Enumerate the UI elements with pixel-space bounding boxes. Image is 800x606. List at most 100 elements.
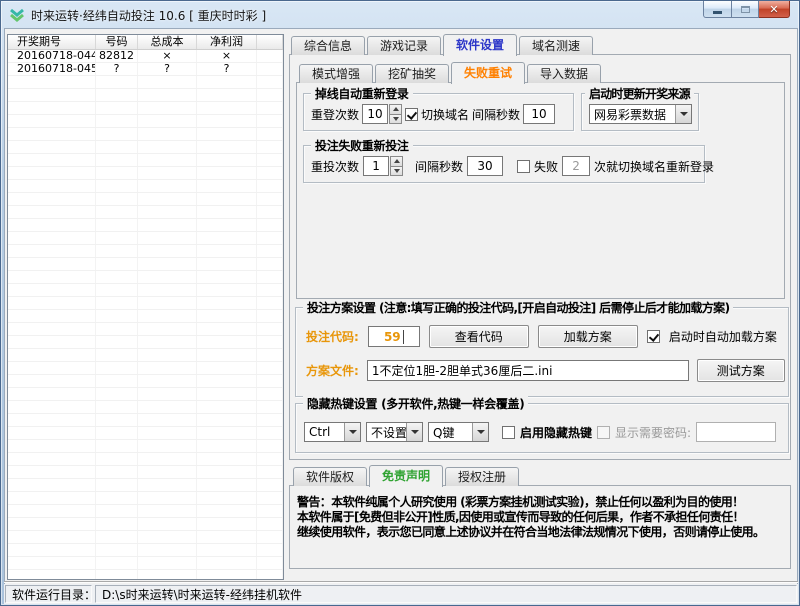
table-cell [8, 180, 96, 192]
table-cell-filler [257, 297, 283, 309]
spin-down-button[interactable] [389, 115, 402, 125]
tab-software-settings[interactable]: 软件设置 [443, 34, 517, 56]
tab-import-data[interactable]: 导入数据 [527, 64, 601, 83]
table-cell-filler [257, 492, 283, 504]
dropdown-button[interactable] [675, 105, 691, 123]
betting-plan-group: 投注方案设置 (注意:填写正确的投注代码,[开启自动投注] 后需停止后才能加载方… [295, 307, 789, 397]
table-cell [8, 323, 96, 335]
relogin-count-input[interactable]: 10 [362, 104, 388, 124]
table-cell [96, 336, 138, 348]
table-cell [8, 466, 96, 478]
table-cell [138, 544, 197, 556]
table-cell [138, 492, 197, 504]
rebet-count-stepper: 1 [363, 156, 403, 176]
view-code-button[interactable]: 查看代码 [429, 325, 529, 348]
spin-up-button[interactable] [389, 104, 402, 115]
dropdown-button[interactable] [472, 423, 488, 441]
tab-game-records[interactable]: 游戏记录 [367, 36, 441, 55]
table-cell [8, 310, 96, 322]
table-cell: 82812 [96, 50, 138, 62]
table-empty-row [8, 557, 283, 570]
table-cell [8, 453, 96, 465]
title-bar[interactable]: 时来运转·经纬自动投注 10.6 [ 重庆时时彩 ] ✕ [1, 1, 799, 28]
table-cell-filler [257, 63, 283, 75]
load-plan-button[interactable]: 加载方案 [538, 325, 638, 348]
column-header[interactable]: 号码 [96, 35, 138, 49]
hotkey-group: 隐藏热键设置 (多开软件,热键一样会覆盖) Ctrl 不设置 Q键 启用隐藏热键… [295, 403, 789, 453]
table-cell-filler [257, 388, 283, 400]
table-cell [96, 570, 138, 580]
table-cell-filler [257, 154, 283, 166]
enable-hotkey-checkbox[interactable] [502, 426, 515, 439]
table-cell [8, 375, 96, 387]
table-cell [197, 336, 257, 348]
table-cell: ? [138, 63, 197, 75]
table-cell [96, 193, 138, 205]
relogin-interval-input[interactable]: 10 [523, 104, 555, 124]
fail-switch-checkbox[interactable] [517, 160, 530, 173]
results-table[interactable]: 开奖期号号码总成本净利润 20160718-04482812××20160718… [7, 34, 284, 580]
chevron-down-icon [477, 430, 485, 434]
table-empty-row [8, 180, 283, 193]
maximize-button[interactable] [732, 1, 759, 18]
table-cell [138, 531, 197, 543]
table-cell [96, 76, 138, 88]
tab-domain-speedtest[interactable]: 域名测速 [519, 36, 593, 55]
test-plan-button[interactable]: 测试方案 [697, 359, 785, 382]
table-cell [96, 414, 138, 426]
rebet-interval-input[interactable]: 30 [467, 156, 503, 176]
table-cell [96, 427, 138, 439]
table-cell [197, 232, 257, 244]
table-cell [138, 336, 197, 348]
hotkey-modifier2-select[interactable]: 不设置 [366, 422, 423, 442]
rebet-count-input[interactable]: 1 [363, 156, 389, 176]
table-cell [96, 557, 138, 569]
spin-up-button[interactable] [390, 156, 403, 167]
table-row[interactable]: 20160718-045??? [8, 63, 283, 76]
column-header[interactable]: 净利润 [197, 35, 257, 49]
spin-down-button[interactable] [390, 167, 403, 177]
table-empty-row [8, 427, 283, 440]
column-header[interactable]: 开奖期号 [8, 35, 96, 49]
chevron-down-icon [680, 112, 688, 116]
tab-software-copyright[interactable]: 软件版权 [293, 467, 367, 486]
column-header[interactable]: 总成本 [138, 35, 197, 49]
table-cell [8, 518, 96, 530]
table-cell [8, 505, 96, 517]
table-cell [8, 427, 96, 439]
table-cell [197, 414, 257, 426]
hotkey-modifier1-select[interactable]: Ctrl [304, 422, 361, 442]
table-cell [138, 375, 197, 387]
table-cell [96, 466, 138, 478]
dropdown-button[interactable] [406, 423, 422, 441]
close-button[interactable]: ✕ [759, 1, 790, 18]
table-cell [8, 89, 96, 101]
tab-mode-enhance[interactable]: 模式增强 [299, 64, 373, 83]
fail-count-input[interactable]: 2 [562, 156, 590, 176]
table-cell [138, 401, 197, 413]
plan-file-input[interactable]: 1不定位1胆-2胆单式36厘后二.ini [367, 360, 689, 381]
bet-code-input[interactable]: 59 [368, 326, 420, 347]
draw-source-select[interactable]: 网易彩票数据 [589, 104, 692, 124]
tab-summary-info[interactable]: 综合信息 [291, 36, 365, 55]
tab-fail-retry[interactable]: 失败重试 [451, 62, 525, 84]
table-cell [138, 323, 197, 335]
fail-suffix-label: 次就切换域名重新登录 [594, 158, 714, 175]
table-empty-row [8, 258, 283, 271]
hotkey-key-select[interactable]: Q键 [428, 422, 489, 442]
table-row[interactable]: 20160718-04482812×× [8, 50, 283, 63]
table-empty-row [8, 89, 283, 102]
table-cell [96, 167, 138, 179]
table-cell [197, 453, 257, 465]
tab-license-register[interactable]: 授权注册 [445, 467, 519, 486]
table-cell [138, 128, 197, 140]
minimize-button[interactable] [703, 1, 732, 18]
table-cell [138, 219, 197, 231]
tab-mining-draw[interactable]: 挖矿抽奖 [375, 64, 449, 83]
tab-disclaimer[interactable]: 免责声明 [369, 465, 443, 487]
table-cell [197, 154, 257, 166]
run-dir-path: D:\s时来运转\时来运转-经纬挂机软件 [102, 586, 302, 603]
dropdown-button[interactable] [344, 423, 360, 441]
autoload-plan-checkbox[interactable] [647, 330, 660, 343]
switch-domain-checkbox[interactable] [405, 108, 418, 121]
